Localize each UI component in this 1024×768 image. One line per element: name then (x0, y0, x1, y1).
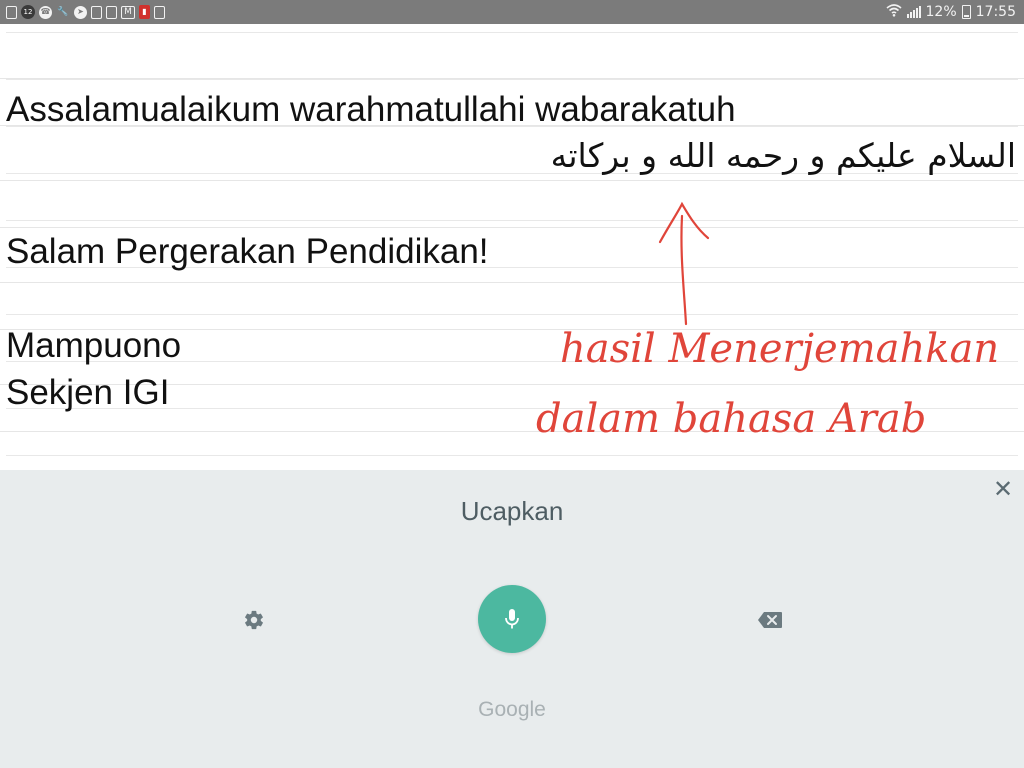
sim-icon (6, 5, 17, 19)
signal-icon (906, 6, 921, 18)
status-bar: 12 ☎ 🔧 ➤ M ▮ 12% 17:55 (0, 0, 1024, 24)
battery-icon (961, 5, 971, 19)
microphone-icon (505, 609, 519, 629)
gmail-icon: M (121, 5, 135, 19)
whatsapp-icon: ☎ (39, 5, 52, 19)
note-salutation-line[interactable]: Salam Pergerakan Pendidikan! (6, 232, 489, 272)
ruled-line (6, 32, 1018, 33)
note-title-line[interactable]: Sekjen IGI (6, 373, 169, 413)
ruled-line (6, 79, 1018, 80)
backspace-button[interactable] (756, 609, 784, 631)
clock: 17:55 (975, 4, 1016, 20)
notification-icons: 12 ☎ 🔧 ➤ M ▮ (6, 5, 165, 19)
system-indicators: 12% 17:55 (885, 3, 1016, 21)
note-editor[interactable]: Assalamualaikum warahmatullahi wabarakat… (0, 24, 1024, 470)
settings-button[interactable] (241, 607, 267, 633)
notification-count-icon: 12 (21, 5, 35, 19)
image-icon (154, 5, 165, 19)
wifi-icon (885, 3, 902, 21)
red-app-icon: ▮ (139, 5, 150, 19)
annotation-line-2: dalam bahasa Arab (536, 396, 926, 442)
handwritten-annotation: hasil Menerjemahkan dalam bahasa Arab (536, 201, 999, 442)
wrench-icon: 🔧 (57, 6, 69, 17)
annotation-arrow-icon (680, 214, 688, 326)
note-arabic-line[interactable]: السلام عليكم و رحمه الله و بركاته (551, 136, 1016, 175)
gallery-icon (91, 5, 102, 19)
note-name-line[interactable]: Mampuono (6, 326, 181, 366)
backspace-icon (758, 612, 782, 628)
gear-icon (245, 610, 263, 630)
microphone-button[interactable] (478, 585, 546, 653)
voice-prompt: Ucapkan (460, 496, 564, 526)
telegram-icon: ➤ (74, 5, 87, 19)
battery-percent: 12% (925, 4, 957, 20)
note-greeting-line[interactable]: Assalamualaikum warahmatullahi wabarakat… (6, 90, 736, 130)
voice-input-panel: ✕ Ucapkan Google (0, 470, 1024, 768)
annotation-line-1: hasil Menerjemahkan (560, 326, 999, 372)
clipboard-icon (106, 5, 117, 19)
google-logo: Google (478, 698, 546, 721)
ruled-line (6, 455, 1018, 456)
